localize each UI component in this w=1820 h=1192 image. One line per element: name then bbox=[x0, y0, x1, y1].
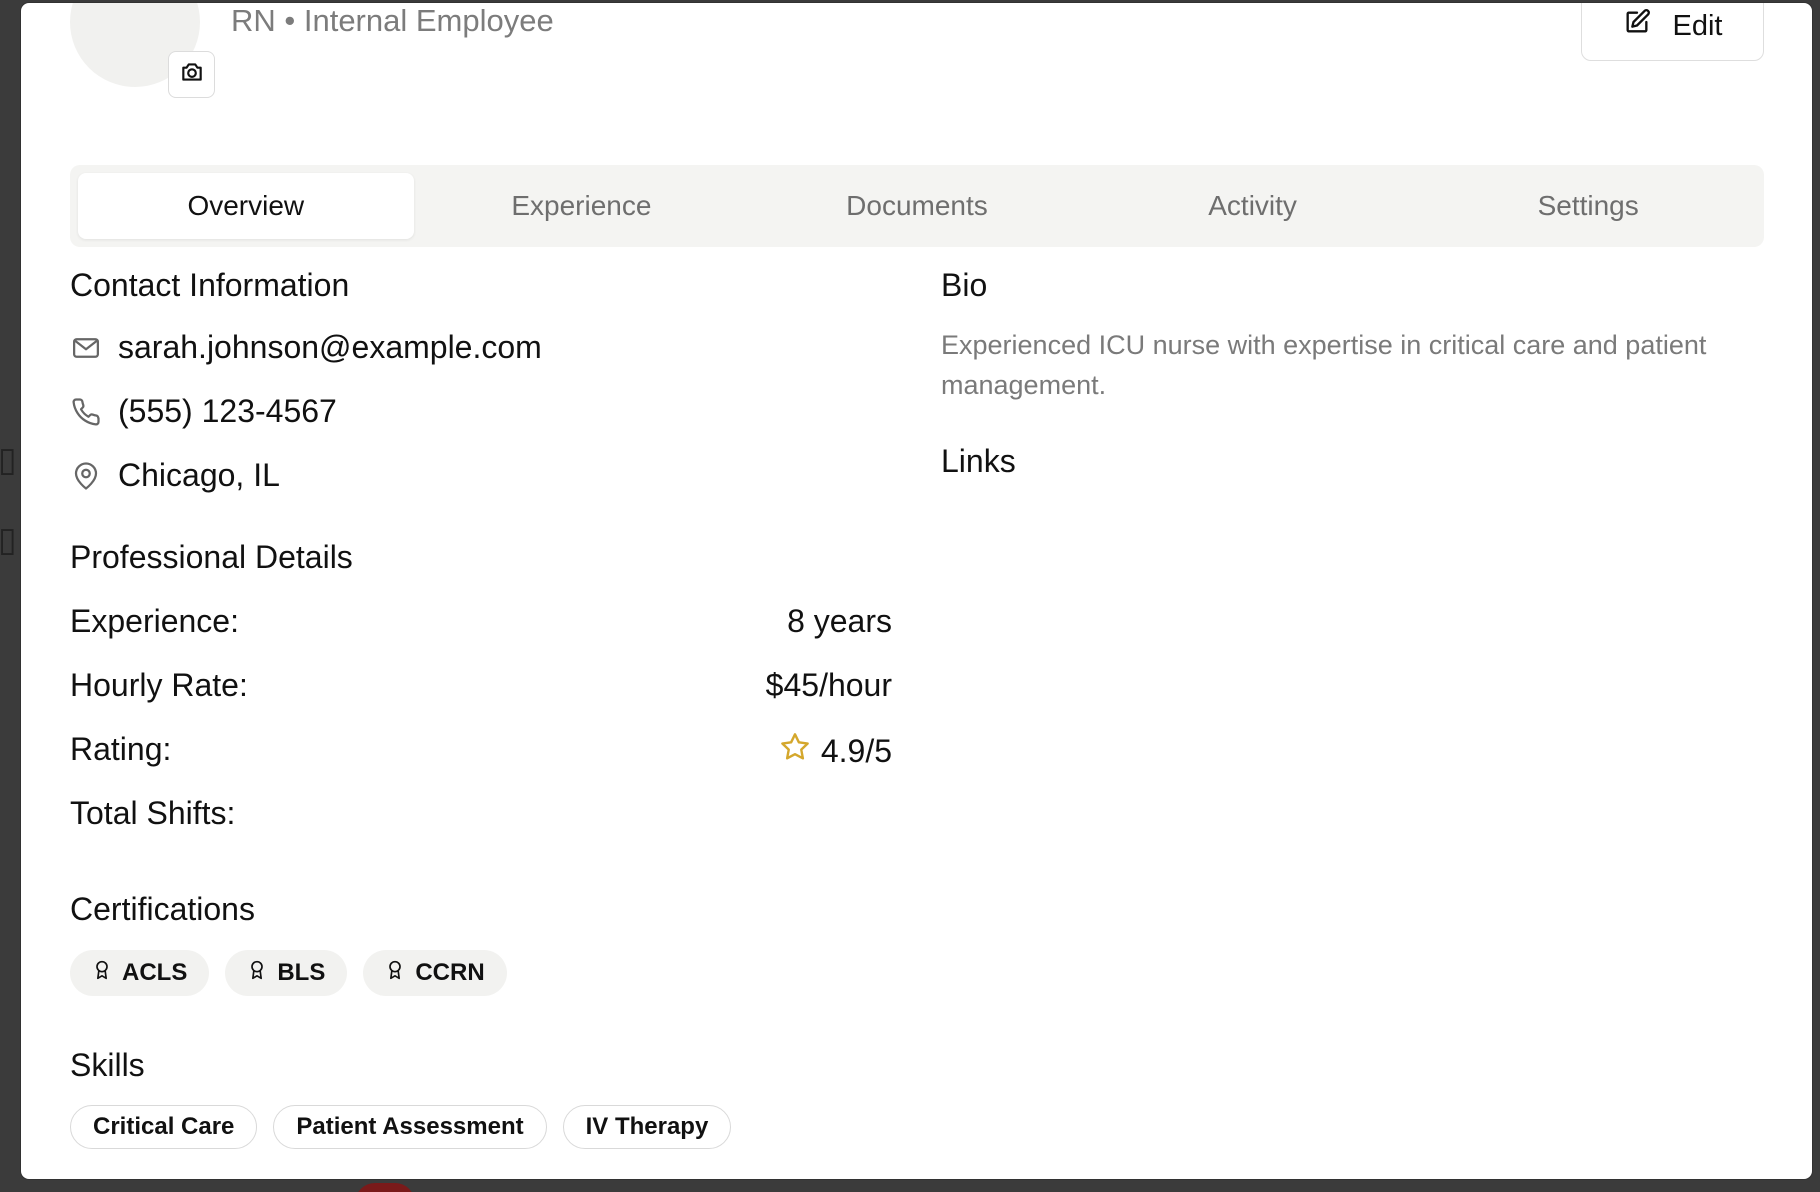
mail-icon bbox=[70, 332, 102, 364]
skill-chip: Critical Care bbox=[70, 1105, 258, 1149]
tab-experience[interactable]: Experience bbox=[414, 173, 750, 239]
certification-chip: BLS bbox=[225, 950, 348, 996]
contact-phone-row: (555) 123-4567 bbox=[70, 393, 337, 430]
tab-bar: Overview Experience Documents Activity S… bbox=[70, 165, 1764, 247]
rating-value: 4.9/5 bbox=[820, 732, 892, 769]
email-value[interactable]: sarah.johnson@example.com bbox=[118, 329, 542, 366]
phone-icon bbox=[70, 396, 102, 428]
links-section-title: Links bbox=[941, 443, 1016, 479]
experience-value: 8 years bbox=[787, 603, 892, 639]
hourly-rate-value: $45/hour bbox=[765, 667, 892, 703]
tab-documents[interactable]: Documents bbox=[749, 173, 1085, 239]
bio-text: Experienced ICU nurse with expertise in … bbox=[941, 330, 1707, 400]
map-pin-icon bbox=[70, 460, 102, 492]
hourly-rate-label: Hourly Rate: bbox=[70, 667, 248, 703]
background-app-fragment bbox=[355, 1183, 415, 1192]
rating-label: Rating: bbox=[70, 731, 172, 767]
experience-label: Experience: bbox=[70, 603, 239, 639]
professional-section-title: Professional Details bbox=[70, 539, 353, 575]
background-app-icon: ▯ bbox=[0, 521, 17, 559]
detail-row-experience: Experience: 8 years bbox=[70, 603, 892, 640]
certification-label: BLS bbox=[277, 959, 326, 986]
skill-chip: Patient Assessment bbox=[273, 1105, 547, 1149]
background-app-icon: ▯ bbox=[0, 441, 17, 479]
edit-icon bbox=[1623, 8, 1651, 44]
location-value: Chicago, IL bbox=[118, 457, 280, 493]
certification-chip: CCRN bbox=[363, 950, 507, 996]
tab-activity[interactable]: Activity bbox=[1085, 173, 1421, 239]
certification-label: ACLS bbox=[122, 959, 188, 986]
detail-row-rating: Rating: 4.9/5 bbox=[70, 731, 892, 771]
award-icon bbox=[92, 959, 112, 988]
profile-subtitle: RN • Internal Employee bbox=[231, 3, 554, 38]
star-icon bbox=[779, 731, 811, 771]
tab-settings[interactable]: Settings bbox=[1420, 173, 1756, 239]
award-icon bbox=[247, 959, 267, 988]
award-icon bbox=[385, 959, 405, 988]
camera-icon bbox=[179, 59, 205, 90]
certification-chip: ACLS bbox=[70, 950, 210, 996]
phone-value[interactable]: (555) 123-4567 bbox=[118, 393, 337, 430]
tab-overview[interactable]: Overview bbox=[78, 173, 414, 239]
skills-section-title: Skills bbox=[70, 1047, 145, 1083]
detail-row-total-shifts: Total Shifts: bbox=[70, 795, 892, 832]
total-shifts-label: Total Shifts: bbox=[70, 795, 236, 831]
edit-button-label: Edit bbox=[1672, 9, 1723, 42]
skill-chip: IV Therapy bbox=[562, 1105, 732, 1149]
contact-section-title: Contact Information bbox=[70, 267, 350, 303]
detail-row-hourly-rate: Hourly Rate: $45/hour bbox=[70, 667, 892, 704]
certification-label: CCRN bbox=[415, 959, 485, 986]
profile-modal: RN • Internal Employee Edit Overview Exp… bbox=[21, 3, 1812, 1179]
contact-location-row: Chicago, IL bbox=[70, 457, 280, 494]
certifications-list: ACLS BLS CCRN bbox=[70, 950, 507, 996]
bio-section-title: Bio bbox=[941, 267, 988, 303]
edit-button[interactable]: Edit bbox=[1581, 3, 1764, 61]
contact-email-row: sarah.johnson@example.com bbox=[70, 329, 542, 366]
skills-list: Critical Care Patient Assessment IV Ther… bbox=[70, 1105, 732, 1149]
certifications-section-title: Certifications bbox=[70, 891, 255, 927]
rating-value-group: 4.9/5 bbox=[779, 731, 892, 771]
change-photo-button[interactable] bbox=[168, 51, 215, 98]
